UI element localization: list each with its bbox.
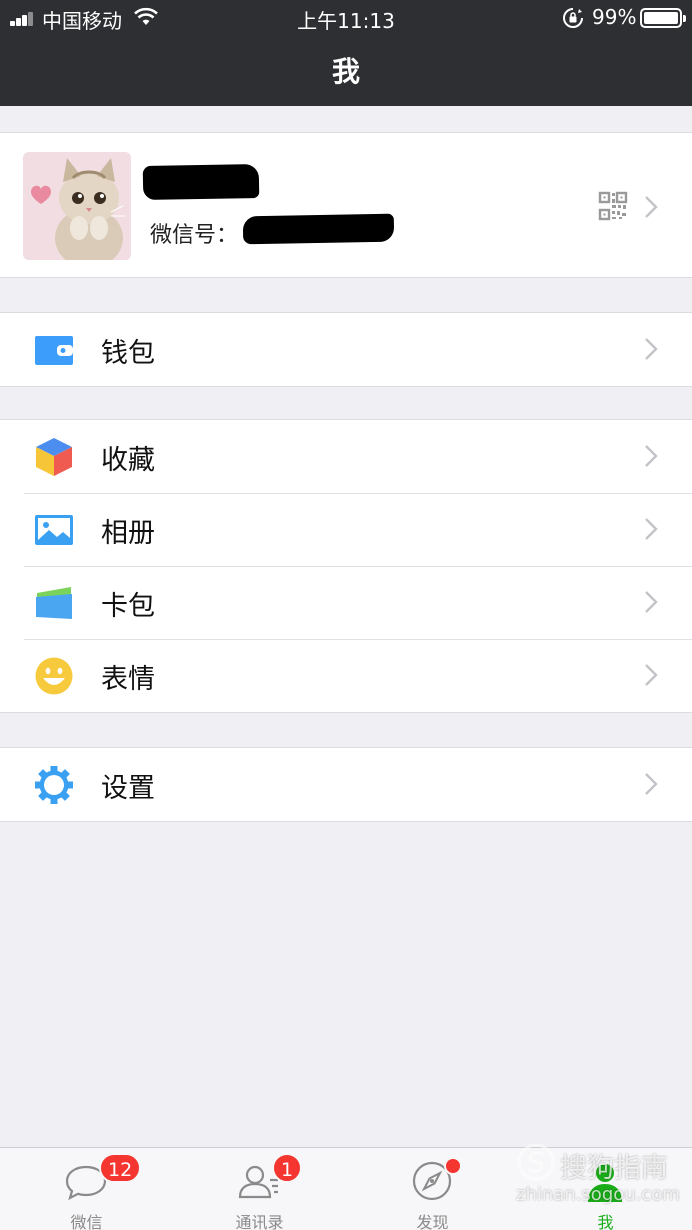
new-content-dot bbox=[444, 1157, 462, 1175]
sogou-watermark-logo bbox=[517, 1143, 555, 1181]
tab-label: 通讯录 bbox=[235, 1213, 284, 1230]
chevron-right-icon bbox=[645, 196, 658, 218]
menu-item-stickers[interactable]: 表情 bbox=[0, 639, 692, 712]
wallet-group: 钱包 bbox=[0, 312, 692, 387]
watermark-url: zhinan.sogou.com bbox=[516, 1184, 680, 1205]
avatar[interactable] bbox=[23, 152, 131, 260]
unread-badge: 12 bbox=[99, 1153, 142, 1183]
menu-item-label: 收藏 bbox=[101, 445, 155, 476]
cat-avatar-image bbox=[23, 152, 131, 260]
sticker-smile-icon bbox=[35, 657, 73, 695]
menu-item-settings[interactable]: 设置 bbox=[0, 748, 692, 821]
tab-discover[interactable]: 发现 bbox=[346, 1148, 519, 1230]
menu-item-wallet[interactable]: 钱包 bbox=[0, 313, 692, 386]
page-title: 我 bbox=[331, 55, 360, 88]
album-icon bbox=[35, 515, 73, 545]
clock: 上午11:13 bbox=[297, 9, 395, 33]
wechat-id-label: 微信号： bbox=[150, 223, 239, 248]
favorites-cube-icon bbox=[36, 438, 72, 476]
menu-item-card-pack[interactable]: 卡包 bbox=[0, 566, 692, 639]
menu-item-label: 表情 bbox=[101, 664, 155, 695]
tab-contacts[interactable]: 1 通讯录 bbox=[173, 1148, 346, 1230]
orientation-lock-icon bbox=[563, 8, 583, 28]
unread-badge: 1 bbox=[272, 1153, 303, 1183]
chevron-right-icon bbox=[645, 518, 658, 540]
wallet-icon bbox=[35, 336, 73, 365]
top-bar: 中国移动 上午11:13 99% 我 bbox=[0, 0, 692, 106]
menu-item-label: 卡包 bbox=[101, 591, 155, 622]
collection-group: 收藏 相册 卡包 表情 bbox=[0, 419, 692, 713]
redacted-nickname bbox=[142, 163, 260, 201]
chevron-right-icon bbox=[645, 773, 658, 795]
menu-item-label: 钱包 bbox=[101, 338, 155, 369]
chevron-right-icon bbox=[645, 591, 658, 613]
status-bar: 中国移动 上午11:13 99% bbox=[0, 0, 692, 36]
card-pack-icon bbox=[36, 587, 72, 619]
settings-gear-icon bbox=[35, 766, 73, 804]
menu-item-favorites[interactable]: 收藏 bbox=[0, 420, 692, 493]
chevron-right-icon bbox=[645, 338, 658, 360]
menu-item-label: 相册 bbox=[101, 518, 155, 549]
redacted-wechat-id bbox=[242, 213, 395, 245]
profile-card[interactable]: 微信号： bbox=[0, 132, 692, 278]
qr-code-icon[interactable] bbox=[598, 191, 628, 221]
tab-label: 发现 bbox=[416, 1213, 449, 1230]
tab-chats[interactable]: 12 微信 bbox=[0, 1148, 173, 1230]
battery-percent: 99% bbox=[592, 5, 637, 29]
menu-item-label: 设置 bbox=[101, 773, 155, 804]
watermark-brand: 搜狗指南 bbox=[560, 1153, 668, 1184]
tab-label: 我 bbox=[597, 1213, 614, 1230]
menu-item-album[interactable]: 相册 bbox=[0, 493, 692, 566]
chevron-right-icon bbox=[645, 664, 658, 686]
tab-label: 微信 bbox=[70, 1213, 103, 1230]
chevron-right-icon bbox=[645, 445, 658, 467]
settings-group: 设置 bbox=[0, 747, 692, 822]
battery-icon bbox=[640, 8, 686, 28]
